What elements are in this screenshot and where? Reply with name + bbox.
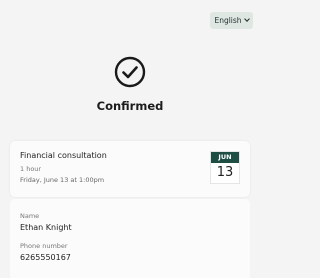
phone-value: 6265550167 [20,253,71,262]
service-name: Financial consultation [20,151,107,160]
phone-label: Phone number [20,242,68,250]
language-selector[interactable]: English [210,12,253,29]
language-label: English [214,16,242,25]
confirmation-title: Confirmed [96,99,164,113]
name-value: Ethan Knight [20,223,72,232]
contact-details-card: Name Ethan Knight Phone number 626555016… [10,199,250,278]
service-duration: 1 hour [20,165,42,173]
booking-summary-card: Financial consultation 1 hour Friday, Ju… [10,141,250,197]
name-label: Name [20,212,40,220]
check-circle-icon [114,56,146,88]
calendar-day: 13 [216,165,234,180]
calendar-month: JUN [211,152,239,163]
booking-datetime: Friday, June 13 at 1:00pm [20,176,105,184]
calendar-date-badge: JUN 13 [210,151,240,184]
chevron-down-icon [243,16,250,22]
